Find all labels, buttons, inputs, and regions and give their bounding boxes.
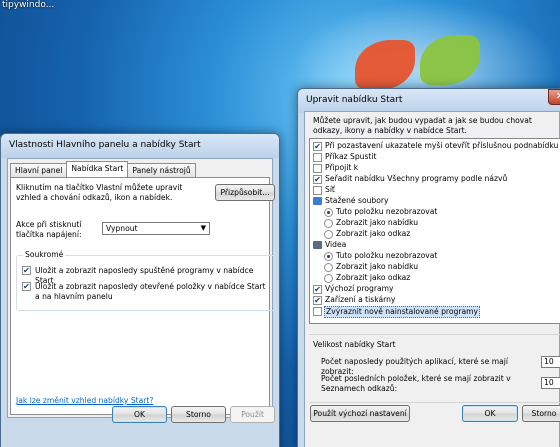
checkbox[interactable]: ✔ bbox=[313, 142, 322, 151]
list-item[interactable]: ✔ Zařízení a tiskárny bbox=[310, 295, 560, 306]
videos-folder-icon bbox=[313, 241, 322, 249]
customize-button[interactable]: Přizpůsobit... bbox=[215, 184, 275, 201]
radio-button[interactable] bbox=[324, 230, 333, 239]
checkbox[interactable] bbox=[313, 153, 322, 162]
checkbox[interactable] bbox=[313, 164, 322, 173]
list-item[interactable]: Zobrazit jako nabídku bbox=[310, 262, 560, 273]
list-item-label: Zobrazit jako odkaz bbox=[336, 273, 411, 282]
desktop-watermark: tipywindo... bbox=[2, 0, 55, 10]
list-item-label: Stažené soubory bbox=[325, 196, 389, 205]
tab-taskbar[interactable]: Hlavní panel bbox=[10, 163, 68, 177]
recent-items-label: Uložit a zobrazit naposledy otevřené pol… bbox=[35, 282, 266, 301]
list-item[interactable]: Tuto položku nezobrazovat bbox=[310, 251, 560, 262]
intro-text: Kliknutím na tlačítko Vlastní můžete upr… bbox=[16, 183, 183, 202]
list-item[interactable]: ✔ Výchozí programy bbox=[310, 284, 560, 295]
list-item[interactable]: Příkaz Spustit bbox=[310, 152, 560, 163]
ok-button[interactable]: OK bbox=[112, 406, 167, 423]
power-action-select[interactable]: Vypnout ▼ bbox=[102, 222, 210, 235]
list-item-label: Síť bbox=[325, 185, 335, 194]
list-item-label: Seřadit nabídku Všechny programy podle n… bbox=[325, 174, 508, 183]
radio-button[interactable] bbox=[324, 208, 333, 217]
radio-button[interactable] bbox=[324, 274, 333, 283]
radio-button[interactable] bbox=[324, 263, 333, 272]
list-group-header: Videa bbox=[310, 240, 560, 251]
taskbar-properties-window: Vlastnosti Hlavního panelu a nabídky Sta… bbox=[0, 133, 280, 447]
list-item[interactable]: Síť bbox=[310, 185, 560, 196]
window-titlebar[interactable]: Upravit nabídku Start bbox=[298, 89, 560, 113]
list-item-label: Při pozastavení ukazatele myši otevřít p… bbox=[325, 141, 559, 150]
list-item-label: Zařízení a tiskárny bbox=[325, 295, 396, 304]
radio-button[interactable] bbox=[324, 252, 333, 261]
window-title: Upravit nabídku Start bbox=[306, 95, 403, 105]
close-icon[interactable]: ✕ bbox=[548, 89, 560, 105]
list-item-label: Výchozí programy bbox=[325, 284, 394, 293]
power-action-value: Vypnout bbox=[106, 224, 138, 233]
list-item-label: Zobrazit jako nabídku bbox=[336, 218, 419, 227]
list-item-label: Zobrazit jako nabídku bbox=[336, 262, 419, 271]
list-item[interactable]: Připojit k bbox=[310, 163, 560, 174]
power-action-label: Akce při stisknutí tlačítka napájení: bbox=[16, 220, 82, 239]
start-menu-tab-panel: Kliknutím na tlačítko Vlastní můžete upr… bbox=[10, 177, 276, 415]
tab-strip: Hlavní panel Nabídka Start Panely nástro… bbox=[10, 161, 196, 178]
recent-programs-stepper[interactable]: 10 bbox=[541, 356, 560, 368]
window-client-area: Hlavní panel Nabídka Start Panely nástro… bbox=[7, 158, 276, 418]
privacy-groupbox: Soukromé ✔ Uložit a zobrazit naposledy s… bbox=[16, 250, 276, 311]
checkbox[interactable]: ✔ bbox=[313, 296, 322, 305]
checkbox[interactable]: ✔ bbox=[313, 285, 322, 294]
list-item[interactable]: Zobrazit jako odkaz bbox=[310, 273, 560, 284]
checkbox[interactable] bbox=[313, 186, 322, 195]
cancel-button[interactable]: Storno bbox=[171, 406, 226, 423]
use-defaults-button[interactable]: Použít výchozí nastavení bbox=[310, 405, 410, 422]
recent-items-checkbox[interactable]: ✔ bbox=[22, 282, 31, 291]
list-item-label: Připojit k bbox=[325, 163, 359, 172]
apply-button[interactable]: Použít bbox=[230, 406, 275, 423]
window-client-area: Můžete upravit, jak budou vypadat a jak … bbox=[304, 111, 560, 447]
list-group-header: Stažené soubory bbox=[310, 196, 560, 207]
list-item[interactable]: Tuto položku nezobrazovat bbox=[310, 207, 560, 218]
download-folder-icon bbox=[313, 197, 322, 205]
window-title: Vlastnosti Hlavního panelu a nabídky Sta… bbox=[9, 140, 201, 150]
list-item[interactable]: Zobrazit jako odkaz bbox=[310, 229, 560, 240]
checkbox[interactable]: ✔ bbox=[313, 175, 322, 184]
list-item-label: Videa bbox=[325, 240, 347, 249]
checkbox[interactable] bbox=[313, 307, 322, 316]
list-item-label: Zobrazit jako odkaz bbox=[336, 229, 411, 238]
divider bbox=[309, 402, 560, 403]
list-item[interactable]: Zvýraznit nově nainstalované programy bbox=[310, 306, 560, 318]
intro-text: Můžete upravit, jak budou vypadat a jak … bbox=[313, 116, 532, 135]
list-item[interactable]: Zobrazit jako nabídku bbox=[310, 218, 560, 229]
list-item-label: Tuto položku nezobrazovat bbox=[336, 207, 438, 216]
list-item-label: Příkaz Spustit bbox=[325, 152, 377, 161]
recent-items-stepper[interactable]: 10 bbox=[541, 377, 560, 389]
recent-programs-checkbox[interactable]: ✔ bbox=[22, 266, 31, 275]
list-item[interactable]: ✔ Při pozastavení ukazatele myši otevřít… bbox=[310, 141, 560, 152]
list-item-label: Zvýraznit nově nainstalované programy bbox=[324, 306, 480, 318]
chevron-down-icon: ▼ bbox=[200, 224, 206, 232]
divider bbox=[309, 334, 560, 335]
recent-items-count-label: Počet posledních položek, které se mají … bbox=[321, 374, 511, 393]
list-item[interactable]: ✔ Seřadit nabídku Všechny programy podle… bbox=[310, 174, 560, 185]
tab-start-menu[interactable]: Nabídka Start bbox=[66, 161, 129, 177]
privacy-group-title: Soukromé bbox=[23, 250, 66, 259]
customize-start-menu-window: Upravit nabídku Start ✕ Můžete upravit, … bbox=[297, 88, 560, 447]
start-menu-options-list[interactable]: ✔ Při pozastavení ukazatele myši otevřít… bbox=[309, 138, 560, 324]
radio-button[interactable] bbox=[324, 219, 333, 228]
window-titlebar[interactable]: Vlastnosti Hlavního panelu a nabídky Sta… bbox=[1, 134, 279, 158]
cancel-button[interactable]: Storno bbox=[522, 405, 560, 422]
tab-toolbars[interactable]: Panely nástrojů bbox=[127, 163, 196, 177]
list-item-label: Tuto položku nezobrazovat bbox=[336, 251, 438, 260]
ok-button[interactable]: OK bbox=[462, 405, 518, 422]
help-link[interactable]: Jak lze změnit vzhled nabídky Start? bbox=[16, 396, 153, 405]
size-section-title: Velikost nabídky Start bbox=[313, 340, 396, 349]
